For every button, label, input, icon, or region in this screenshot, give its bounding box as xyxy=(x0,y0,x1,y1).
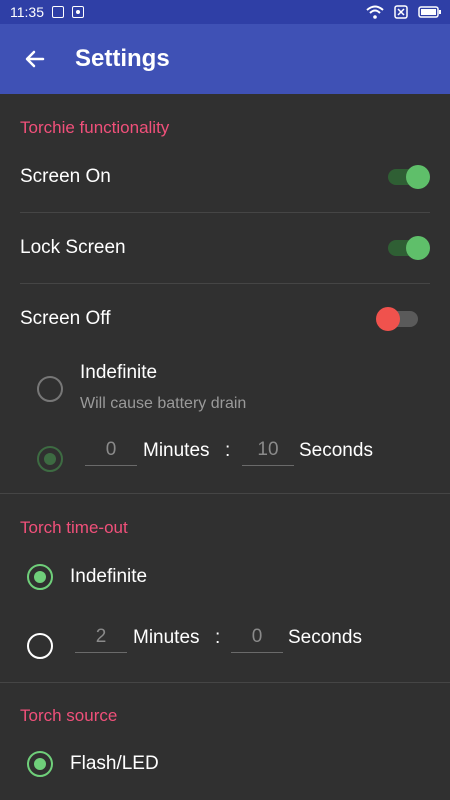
timeout-indefinite-radio[interactable] xyxy=(27,564,53,590)
screen-off-toggle[interactable] xyxy=(376,305,422,333)
timeout-indefinite-label: Indefinite xyxy=(70,566,148,587)
timeout-minutes-unit: Minutes xyxy=(133,627,200,648)
screen-off-indefinite-radio[interactable] xyxy=(37,376,63,402)
gallery-notification-icon xyxy=(52,6,64,18)
source-flash-radio[interactable] xyxy=(27,751,53,777)
battery-icon xyxy=(418,6,441,18)
screen-off-time-separator: : xyxy=(225,440,231,461)
screen-on-label: Screen On xyxy=(20,166,111,187)
screen-off-seconds-input[interactable]: 10 xyxy=(242,436,294,466)
screen-off-indefinite-label: Indefinite xyxy=(80,362,158,383)
timeout-timed-radio[interactable] xyxy=(27,633,53,659)
screen-off-minutes-input[interactable]: 0 xyxy=(85,436,137,466)
lock-screen-toggle[interactable] xyxy=(388,234,432,262)
section-title-timeout: Torch time-out xyxy=(20,518,128,537)
arrow-back-icon xyxy=(25,50,45,68)
timeout-time-separator: : xyxy=(215,627,221,648)
section-divider xyxy=(0,682,450,683)
source-flash-label: Flash/LED xyxy=(70,753,159,774)
screen-off-seconds-unit: Seconds xyxy=(299,440,373,461)
section-title-functionality: Torchie functionality xyxy=(20,118,170,137)
section-title-source: Torch source xyxy=(20,706,118,725)
status-bar: 11:35 xyxy=(0,0,450,24)
screen-on-toggle[interactable] xyxy=(388,163,432,191)
wifi-icon xyxy=(366,5,384,19)
page-title: Settings xyxy=(75,45,170,72)
torch-notification-icon xyxy=(72,6,84,18)
toggle-thumb xyxy=(406,236,430,260)
no-sim-icon xyxy=(394,5,408,19)
status-right xyxy=(366,5,442,19)
timeout-seconds-input[interactable]: 0 xyxy=(231,623,283,653)
back-button[interactable] xyxy=(0,24,70,94)
divider xyxy=(20,212,430,213)
lock-screen-label: Lock Screen xyxy=(20,237,126,258)
divider xyxy=(20,283,430,284)
app-bar: Settings xyxy=(0,24,450,94)
status-time: 11:35 xyxy=(10,4,44,20)
screen-off-indefinite-subtitle: Will cause battery drain xyxy=(80,395,247,412)
toggle-thumb xyxy=(376,307,400,331)
timeout-minutes-input[interactable]: 2 xyxy=(75,623,127,653)
screen-off-minutes-unit: Minutes xyxy=(143,440,210,461)
status-left: 11:35 xyxy=(10,4,84,20)
screen-off-timed-radio[interactable] xyxy=(37,446,63,472)
section-divider xyxy=(0,493,450,494)
timeout-seconds-unit: Seconds xyxy=(288,627,362,648)
toggle-thumb xyxy=(406,165,430,189)
screen-off-label: Screen Off xyxy=(20,308,111,329)
